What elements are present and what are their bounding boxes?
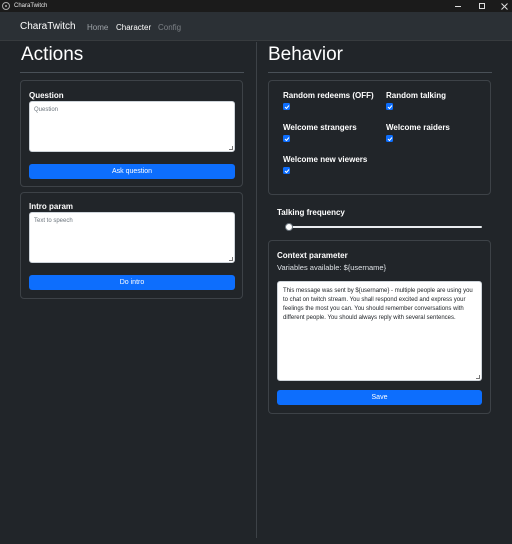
minimize-button[interactable] [446,0,470,12]
window-title: CharaTwitch [14,3,48,9]
checkmark-icon [284,136,289,141]
do-intro-button[interactable]: Do intro [29,275,235,290]
close-icon [500,2,508,10]
checkmark-icon [284,168,289,173]
question-placeholder: Question [34,107,59,113]
ask-question-button[interactable]: Ask question [29,164,235,179]
context-variables-hint: Variables available: ${username} [277,263,387,272]
toggle-label-random-talking: Random talking [386,91,447,100]
toggle-label-welcome-strangers: Welcome strangers [283,123,357,132]
welcome-new-viewers-checkbox[interactable] [283,167,290,174]
welcome-raiders-checkbox[interactable] [386,135,393,142]
behavior-divider [268,72,492,73]
question-input[interactable]: Question [29,101,235,152]
question-label: Question [29,91,64,100]
close-button[interactable] [492,0,512,12]
welcome-strangers-checkbox[interactable] [283,135,290,142]
checkmark-icon [284,104,289,109]
intro-label: Intro param [29,202,74,211]
context-text: This message was sent by ${username} - m… [283,288,473,321]
random-talking-checkbox[interactable] [386,103,393,110]
minimize-icon [455,5,461,7]
save-button[interactable]: Save [277,390,482,405]
nav-link-config[interactable]: Config [158,23,181,32]
nav-link-home[interactable]: Home [87,23,108,32]
actions-divider [20,72,244,73]
checkmark-icon [387,136,392,141]
app-icon [2,2,10,10]
resize-grip-icon[interactable] [229,257,233,261]
intro-placeholder: Text to speech [34,218,73,224]
toggle-label-welcome-new-viewers: Welcome new viewers [283,155,368,164]
navbar: CharaTwitch Home Character Config [0,12,512,41]
navbar-brand[interactable]: CharaTwitch [20,21,76,32]
context-input[interactable]: This message was sent by ${username} - m… [277,281,482,381]
toggle-label-random-redeems: Random redeems (OFF) [283,91,374,100]
resize-grip-icon[interactable] [229,146,233,150]
talking-frequency-slider-thumb[interactable] [284,223,293,231]
toggle-label-welcome-raiders: Welcome raiders [386,123,450,132]
talking-frequency-slider[interactable] [285,226,482,228]
random-redeems-checkbox[interactable] [283,103,290,110]
intro-input[interactable]: Text to speech [29,212,235,263]
behavior-heading: Behavior [268,44,343,65]
talking-frequency-label: Talking frequency [277,208,345,217]
maximize-icon [479,3,485,9]
resize-grip-icon[interactable] [476,375,480,379]
actions-heading: Actions [21,44,84,65]
checkmark-icon [387,104,392,109]
nav-link-character[interactable]: Character [116,23,151,32]
context-label: Context parameter [277,251,348,260]
window-titlebar: CharaTwitch [0,0,512,12]
column-divider [256,42,257,538]
maximize-button[interactable] [470,0,494,12]
